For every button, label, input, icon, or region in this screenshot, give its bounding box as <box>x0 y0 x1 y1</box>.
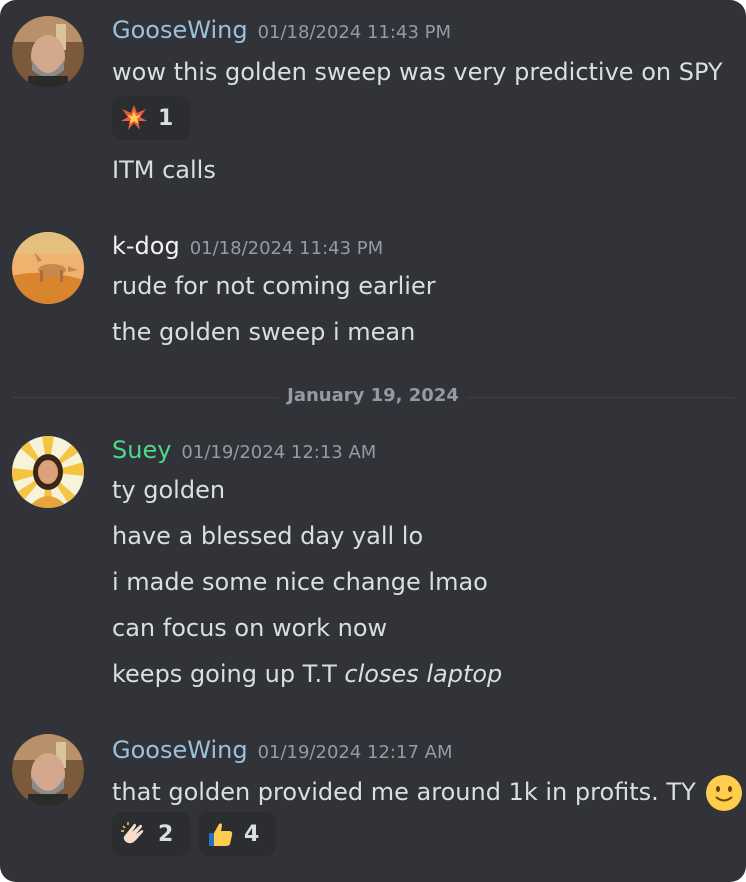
message-text: ty golden <box>112 476 226 504</box>
message-text: have a blessed day yall lo <box>112 522 424 550</box>
timestamp: 01/18/2024 11:43 PM <box>189 238 384 259</box>
username[interactable]: Suey <box>112 436 171 464</box>
reaction-button[interactable]: 2 <box>112 812 190 856</box>
timestamp: 01/18/2024 11:43 PM <box>257 22 452 43</box>
message-text: i made some nice change lmao <box>112 568 488 596</box>
reaction-button[interactable]: 4 <box>198 812 276 856</box>
reaction-count: 1 <box>158 105 174 131</box>
avatar[interactable] <box>12 436 84 508</box>
message-text: the golden sweep i mean <box>112 318 416 346</box>
message-text: can focus on work now <box>112 614 388 642</box>
message-text: ITM calls <box>112 156 216 184</box>
message-text: wow this golden sweep was very predictiv… <box>112 58 723 86</box>
message-text-plain: keeps going up T.T <box>112 660 345 688</box>
reaction-button[interactable]: 1 <box>112 96 190 140</box>
reaction-count: 2 <box>158 821 174 847</box>
username[interactable]: k-dog <box>112 232 180 260</box>
message-header: Suey 01/19/2024 12:13 AM <box>112 436 376 464</box>
avatar[interactable] <box>12 16 84 88</box>
message-text: rude for not coming earlier <box>112 272 436 300</box>
message-text-plain: that golden provided me around 1k in pro… <box>112 778 696 806</box>
timestamp: 01/19/2024 12:17 AM <box>257 742 453 763</box>
message-header: GooseWing 01/18/2024 11:43 PM <box>112 16 451 44</box>
reaction-count: 4 <box>244 821 260 847</box>
message-text: keeps going up T.T closes laptop <box>112 660 502 688</box>
collision-icon <box>121 105 147 130</box>
message-text: that golden provided me around 1k in pro… <box>112 774 743 812</box>
username[interactable]: GooseWing <box>112 16 248 44</box>
message-header: GooseWing 01/19/2024 12:17 AM <box>112 736 452 764</box>
timestamp: 01/19/2024 12:13 AM <box>181 442 377 463</box>
chat-panel: GooseWing 01/18/2024 11:43 PM wow this go… <box>0 0 746 882</box>
avatar[interactable] <box>12 232 84 304</box>
message-text-italic: closes laptop <box>344 660 503 688</box>
date-divider-label: January 19, 2024 <box>279 385 467 406</box>
username[interactable]: GooseWing <box>112 736 248 764</box>
clapping-hands-icon <box>121 822 144 844</box>
date-divider: January 19, 2024 <box>0 385 746 406</box>
message-header: k-dog 01/18/2024 11:43 PM <box>112 232 383 260</box>
thumbs-up-icon <box>209 823 233 846</box>
avatar[interactable] <box>12 734 84 806</box>
slight-smile-icon <box>706 775 743 811</box>
